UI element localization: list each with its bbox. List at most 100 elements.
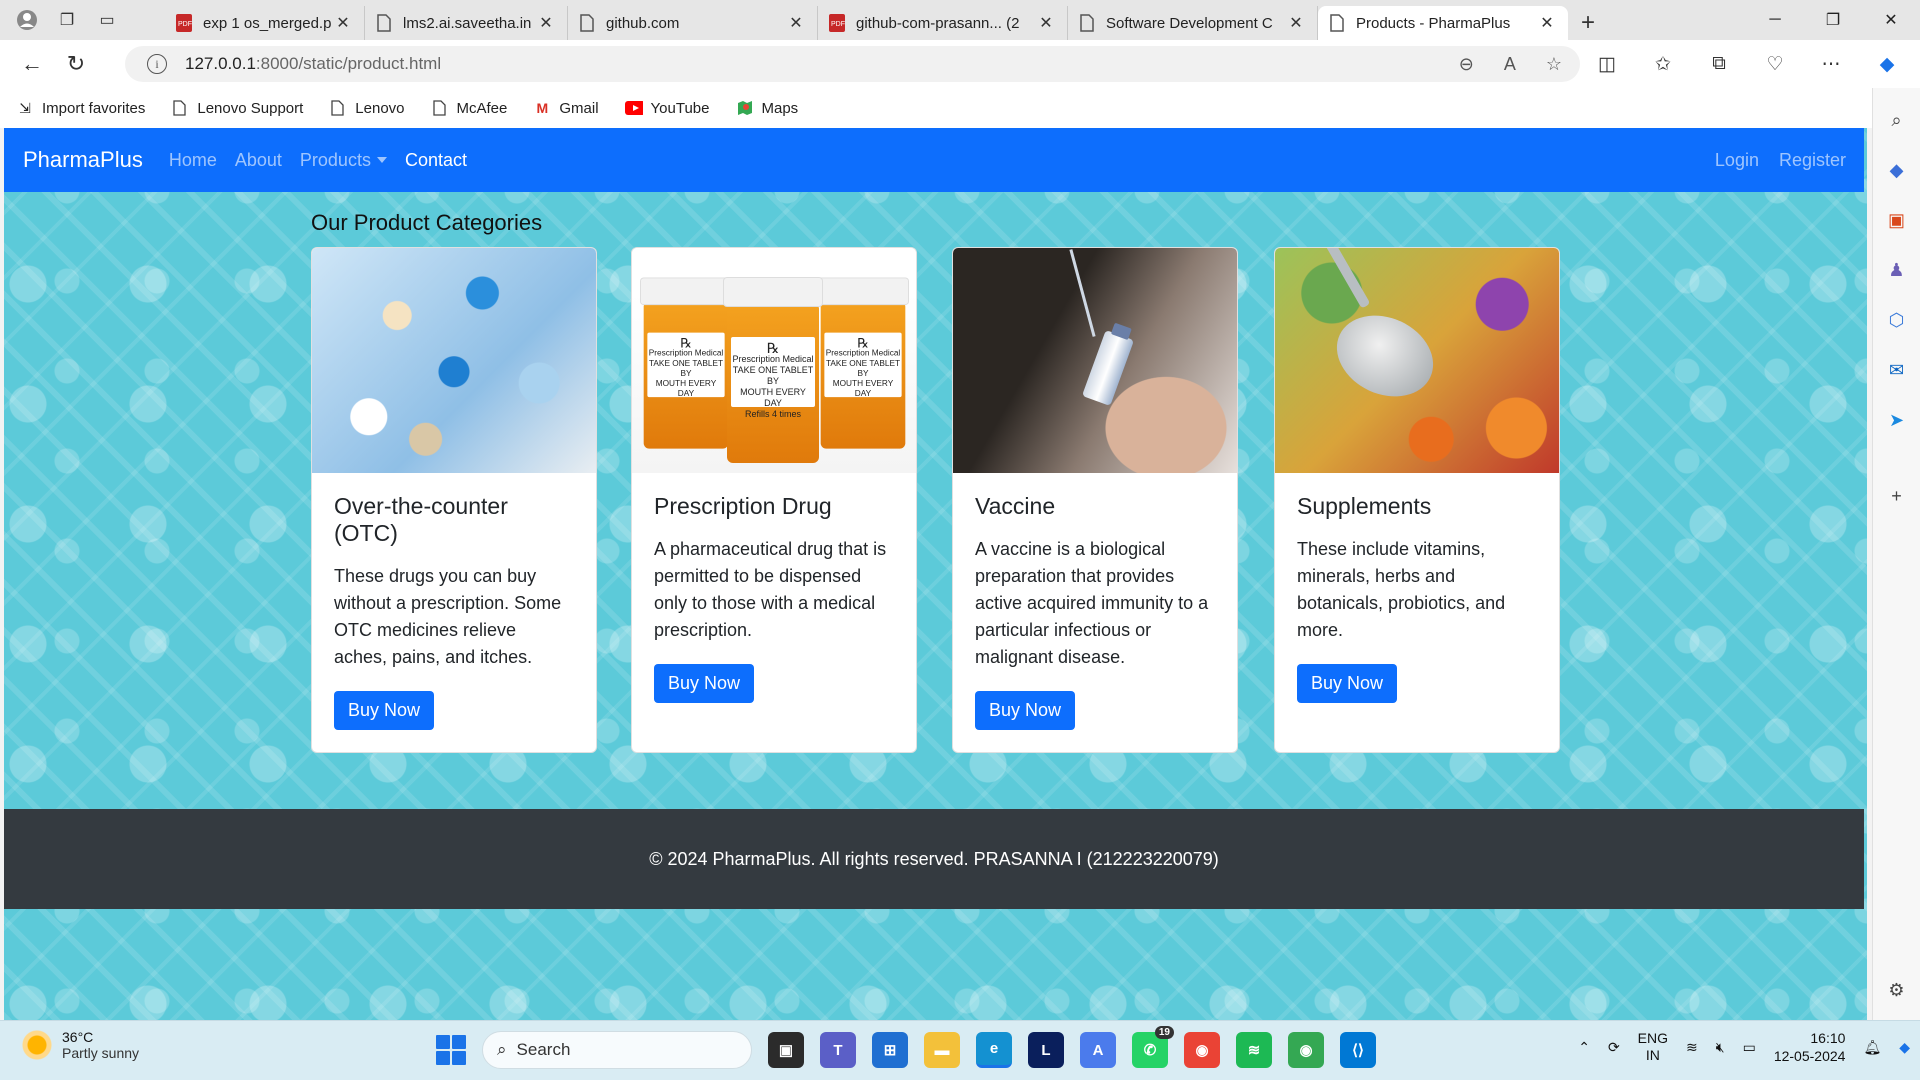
rx-symbol: ℞ (857, 335, 869, 351)
close-icon[interactable]: ✕ (1536, 13, 1558, 33)
whatsapp-icon[interactable]: ✆ 19 (1132, 1026, 1174, 1068)
workspaces-icon[interactable]: ❐ (50, 5, 84, 35)
bottle-cap (817, 277, 909, 306)
weather-text: 36°C Partly sunny (62, 1029, 139, 1061)
fav-youtube[interactable]: YouTube (624, 99, 710, 117)
battery-icon[interactable]: ▭ (1743, 1039, 1756, 1056)
page-icon (171, 99, 189, 117)
card-body: Prescription Drug A pharmaceutical drug … (632, 473, 916, 703)
address-bar-row: ← ↻ i 127.0.0.1:8000/static/product.html… (0, 40, 1920, 88)
language-indicator[interactable]: ENG IN (1638, 1030, 1668, 1064)
file-explorer-icon[interactable]: ▬ (924, 1032, 960, 1068)
profile-icon[interactable] (10, 5, 44, 35)
page-icon (1328, 14, 1346, 32)
close-icon[interactable]: ✕ (332, 13, 354, 33)
browser-essentials-icon[interactable]: ♡ (1754, 44, 1796, 84)
windows-taskbar: 36°C Partly sunny ⌕ Search ▣ T ⊞ ▬ e L A… (0, 1020, 1920, 1080)
tab-software-dev[interactable]: Software Development C ✕ (1068, 6, 1318, 40)
split-screen-icon[interactable]: ◫ (1586, 44, 1628, 84)
collections-icon[interactable]: ⧉ (1698, 44, 1740, 84)
lenovo-vantage-icon[interactable]: L (1028, 1032, 1064, 1068)
fav-mcafee[interactable]: McAfee (431, 99, 507, 117)
refresh-icon[interactable]: ↻ (56, 44, 96, 84)
fav-lenovo[interactable]: Lenovo (329, 99, 405, 117)
notification-bell-icon[interactable]: 🔔︎ (1863, 1039, 1881, 1056)
outlook-icon[interactable]: ✉ (1879, 352, 1915, 388)
clock[interactable]: 16:10 12-05-2024 (1774, 1029, 1846, 1065)
fav-lenovo-support[interactable]: Lenovo Support (171, 99, 303, 117)
edge-browser-icon[interactable]: e (976, 1032, 1012, 1068)
store-icon[interactable]: ⊞ (872, 1032, 908, 1068)
search-icon[interactable]: ⌕ (1879, 102, 1915, 138)
copilot-icon[interactable]: ◆ (1866, 44, 1908, 84)
read-aloud-icon[interactable]: A (1504, 54, 1516, 75)
restore-icon[interactable]: ❐ (1804, 0, 1862, 40)
tab-actions-icon[interactable]: ▭ (90, 5, 124, 35)
nav-about[interactable]: About (235, 150, 282, 171)
add-icon[interactable]: + (1879, 478, 1915, 514)
tray-overflow-icon[interactable]: ⌃ (1578, 1039, 1590, 1056)
nav-home[interactable]: Home (169, 150, 217, 171)
copilot-taskbar-icon[interactable]: ◆ (1899, 1039, 1910, 1056)
send-icon[interactable]: ➤ (1879, 402, 1915, 438)
volume-muted-icon[interactable]: 🔇︎ (1716, 1039, 1725, 1056)
tab-lms2[interactable]: lms2.ai.saveetha.in ✕ (365, 6, 568, 40)
chrome-profile-icon[interactable]: ◉ (1288, 1032, 1324, 1068)
nav-products-dropdown[interactable]: Products (300, 150, 387, 171)
close-icon[interactable]: ✕ (785, 13, 807, 33)
task-view-icon[interactable]: ▣ (768, 1032, 804, 1068)
favorite-star-icon[interactable]: ☆ (1546, 54, 1562, 75)
tools-icon[interactable]: ▣ (1879, 202, 1915, 238)
games-icon[interactable]: ♟ (1879, 252, 1915, 288)
taskbar-search[interactable]: ⌕ Search (482, 1031, 752, 1069)
teams-icon[interactable]: T (820, 1032, 856, 1068)
fav-import-favorites[interactable]: ⇲ Import favorites (16, 99, 145, 117)
tab-products-pharmaplus[interactable]: Products - PharmaPlus ✕ (1318, 6, 1568, 40)
office-icon[interactable]: ⬡ (1879, 302, 1915, 338)
weather-widget[interactable]: 36°C Partly sunny (22, 1029, 139, 1061)
bottle-label: ℞ Prescription Medical TAKE ONE TABLET BY M… (824, 332, 902, 398)
close-icon[interactable]: ✕ (1285, 13, 1307, 33)
buy-now-button[interactable]: Buy Now (1297, 664, 1398, 703)
partly-sunny-icon (22, 1030, 52, 1060)
buy-now-button[interactable]: Buy Now (334, 691, 435, 730)
fav-label: Gmail (559, 99, 599, 117)
fav-maps[interactable]: Maps (736, 99, 798, 117)
clock-date: 12-05-2024 (1773, 1048, 1846, 1064)
brand-logo[interactable]: PharmaPlus (23, 147, 143, 173)
zoom-icon[interactable]: ⊖ (1459, 54, 1474, 75)
tab-exp1-pdf[interactable]: PDF exp 1 os_merged.pdf ✕ (165, 6, 365, 40)
spotify-icon[interactable]: ≋ (1236, 1032, 1272, 1068)
new-tab-button[interactable]: + (1568, 6, 1608, 40)
nav-register[interactable]: Register (1779, 150, 1846, 171)
more-options-icon[interactable]: ⋯ (1810, 44, 1852, 84)
close-icon[interactable]: ✕ (1035, 13, 1057, 33)
page-icon (431, 99, 449, 117)
sync-icon[interactable]: ⟳ (1608, 1039, 1620, 1056)
vscode-icon[interactable]: ⟨⟩ (1340, 1032, 1376, 1068)
close-icon[interactable]: ✕ (535, 13, 557, 33)
tab-title: Software Development C (1106, 14, 1273, 32)
settings-icon[interactable]: ⚙ (1879, 972, 1915, 1008)
url-field[interactable]: i 127.0.0.1:8000/static/product.html ⊖ A… (125, 46, 1580, 82)
supplements-spoon-image (1275, 248, 1559, 473)
windows-start-icon[interactable] (436, 1035, 466, 1065)
nav-contact[interactable]: Contact (405, 150, 467, 171)
fav-gmail[interactable]: M Gmail (533, 99, 599, 117)
buy-now-button[interactable]: Buy Now (975, 691, 1076, 730)
chrome-icon[interactable]: ◉ (1184, 1032, 1220, 1068)
tab-github[interactable]: github.com ✕ (568, 6, 818, 40)
tab-github-pdf[interactable]: PDF github-com-prasann... (2 ✕ (818, 6, 1068, 40)
favorites-icon[interactable]: ✩ (1642, 44, 1684, 84)
close-window-icon[interactable]: ✕ (1862, 0, 1920, 40)
site-info-icon[interactable]: i (147, 54, 167, 74)
shopping-tag-icon[interactable]: ◆ (1879, 152, 1915, 188)
nav-login[interactable]: Login (1715, 150, 1759, 171)
system-tray: ⌃ ⟳ ENG IN ≋ 🔇︎ ▭ 16:10 12-05-2024 🔔︎ ◆ (1578, 1029, 1910, 1065)
buy-now-button[interactable]: Buy Now (654, 664, 755, 703)
wifi-icon[interactable]: ≋ (1686, 1039, 1698, 1056)
rx-line: Prescription Medical (825, 348, 901, 358)
minimize-icon[interactable]: ─ (1746, 0, 1804, 40)
back-icon[interactable]: ← (12, 44, 52, 84)
arc-app-icon[interactable]: A (1080, 1032, 1116, 1068)
